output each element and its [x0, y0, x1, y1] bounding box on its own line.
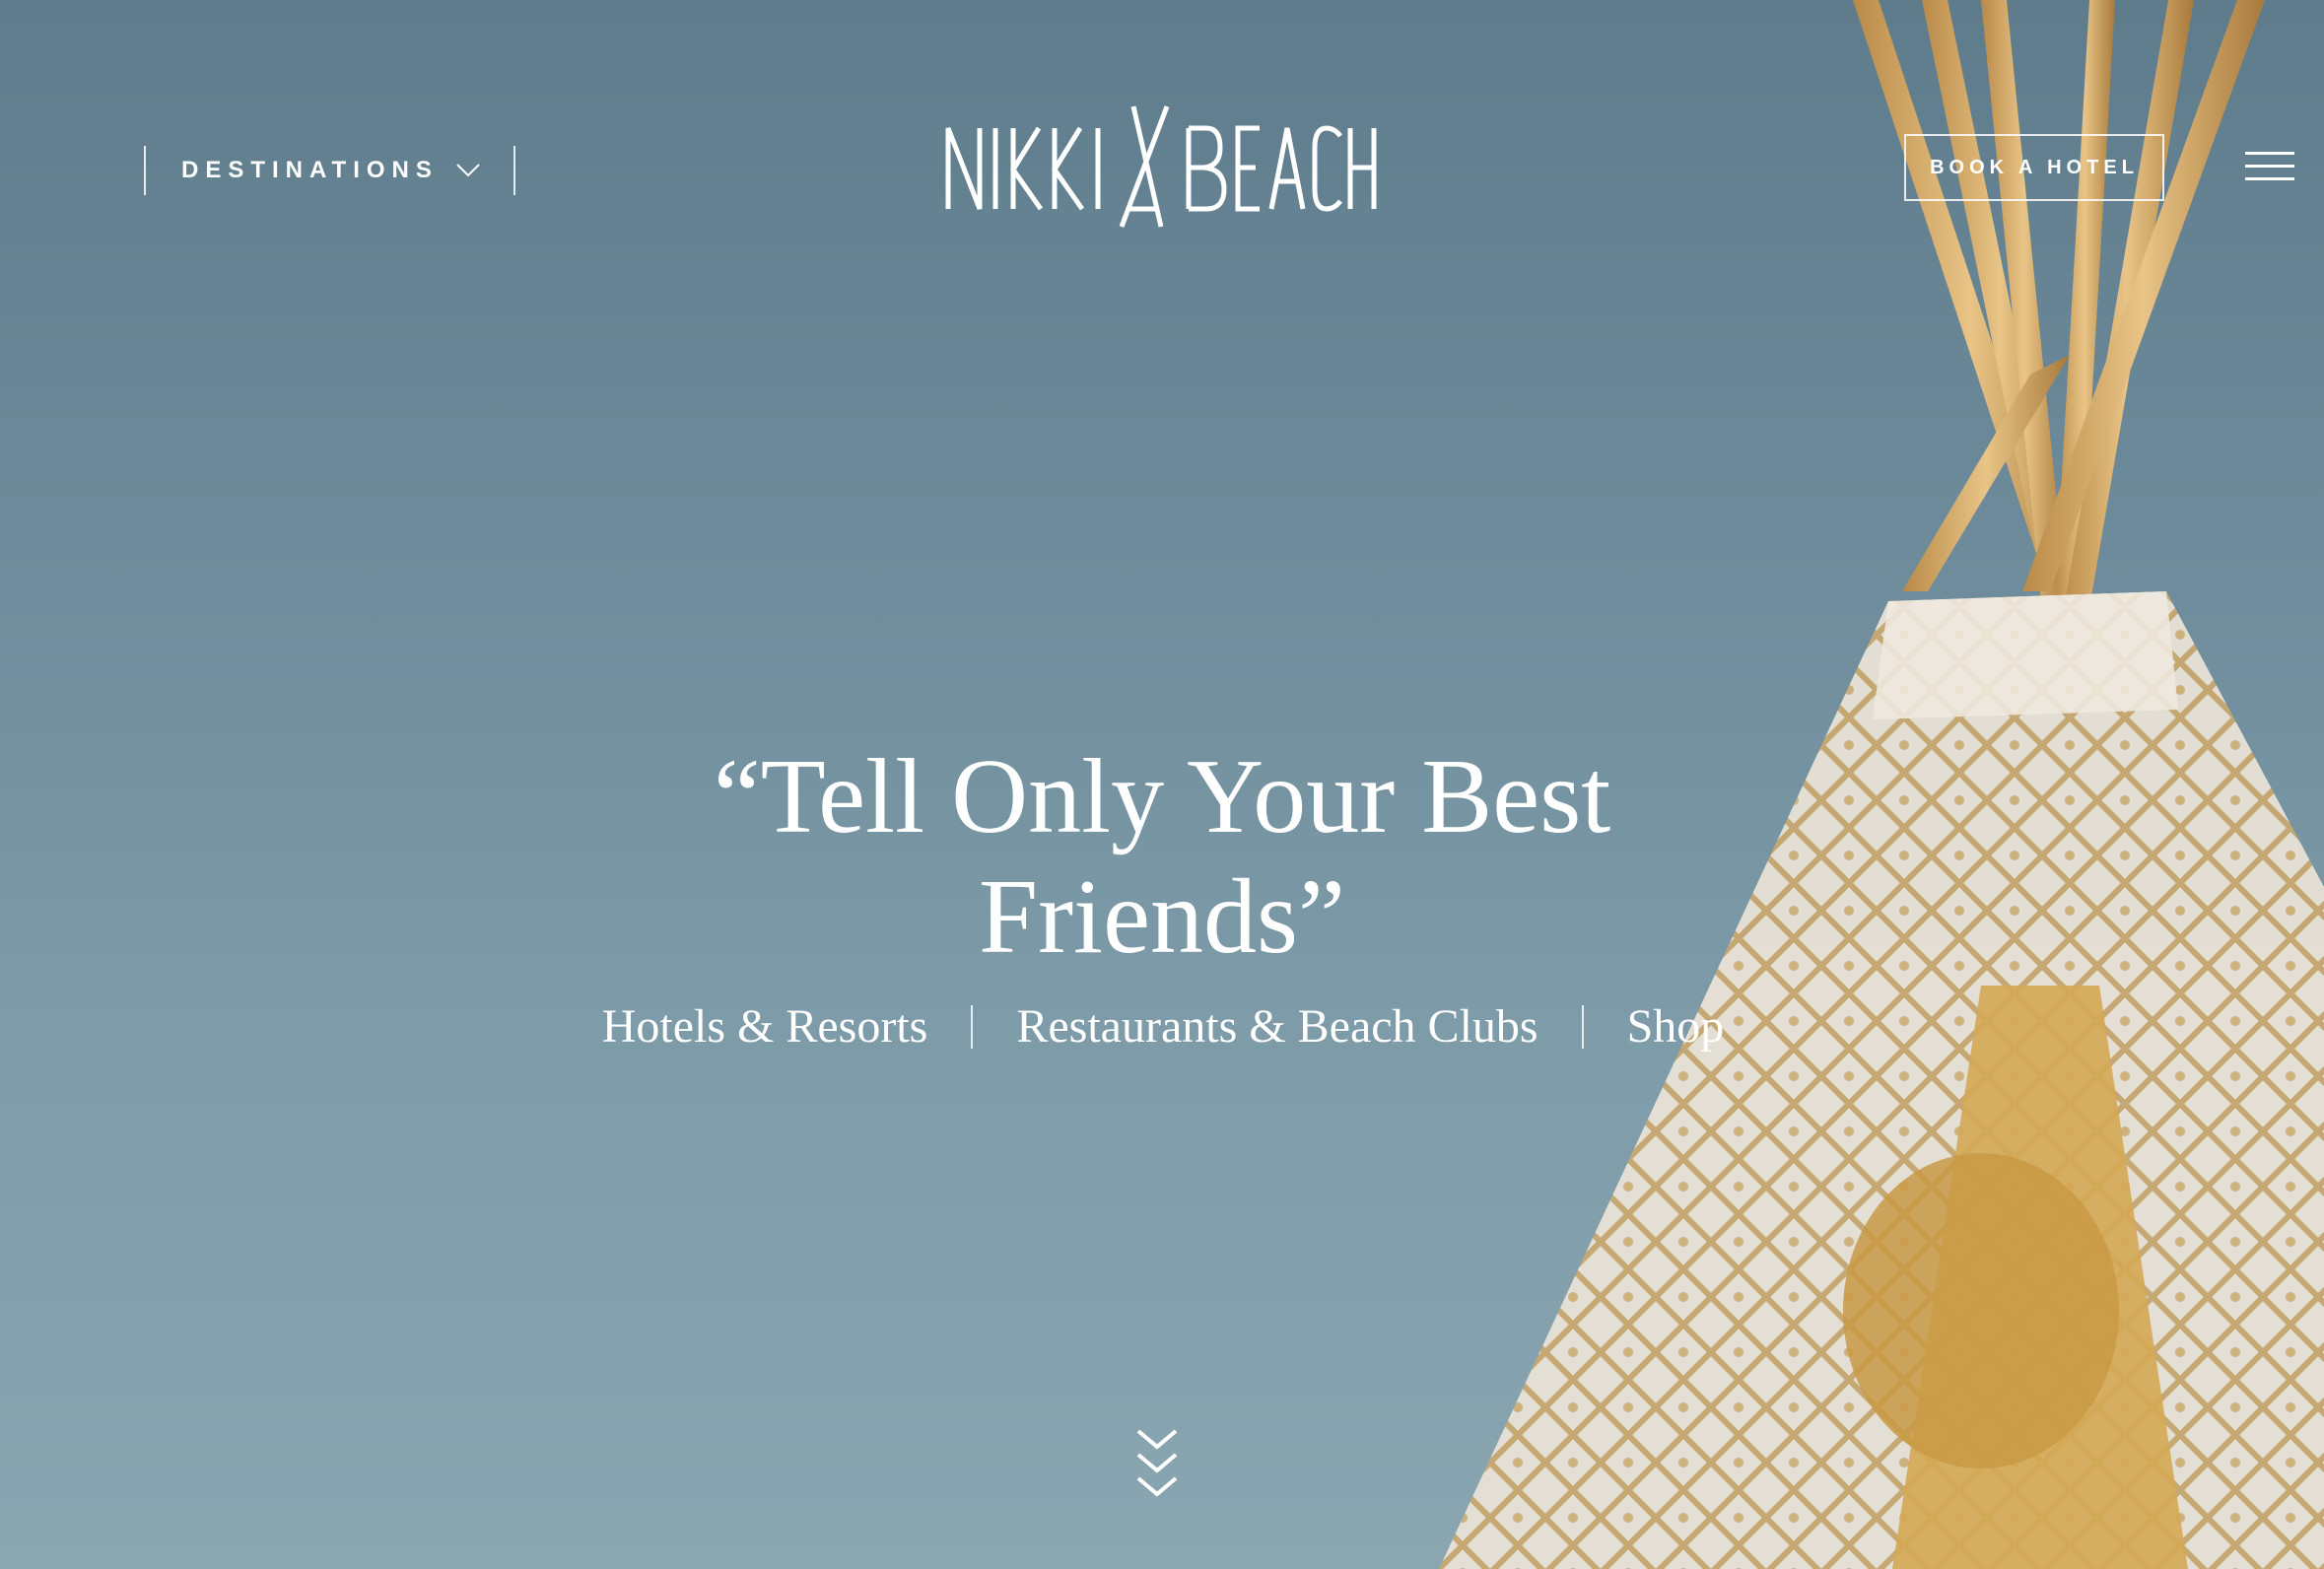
- link-hotels-resorts[interactable]: Hotels & Resorts: [602, 999, 928, 1054]
- destinations-label: DESTINATIONS: [181, 157, 439, 183]
- hero-headline: “Tell Only Your Best Friends”: [713, 738, 1611, 976]
- hero-links: Hotels & Resorts Restaurants & Beach Clu…: [552, 999, 1774, 1054]
- chevron-down-icon: [456, 164, 480, 177]
- triple-chevron-down-icon[interactable]: [1135, 1427, 1179, 1500]
- divider-right: [513, 146, 515, 195]
- nikki-beach-logo[interactable]: [944, 102, 1378, 231]
- book-a-hotel-label: BOOK A HOTEL: [1930, 156, 2139, 178]
- hamburger-line: [2245, 165, 2294, 168]
- destinations-nav: DESTINATIONS: [144, 146, 515, 195]
- hamburger-menu-button[interactable]: [2245, 152, 2294, 181]
- hamburger-line: [2245, 177, 2294, 180]
- destinations-dropdown-button[interactable]: DESTINATIONS: [146, 157, 513, 184]
- link-divider: [971, 1004, 974, 1049]
- book-a-hotel-button[interactable]: BOOK A HOTEL: [1904, 134, 2164, 201]
- hamburger-menu-icon: [2245, 152, 2294, 155]
- link-divider: [1581, 1004, 1584, 1049]
- link-restaurants-beach-clubs[interactable]: Restaurants & Beach Clubs: [1016, 999, 1538, 1054]
- hero-section: DESTINATIONS BOOK A HOTEL “Tell Only You…: [0, 0, 2324, 1569]
- link-shop[interactable]: Shop: [1627, 999, 1725, 1054]
